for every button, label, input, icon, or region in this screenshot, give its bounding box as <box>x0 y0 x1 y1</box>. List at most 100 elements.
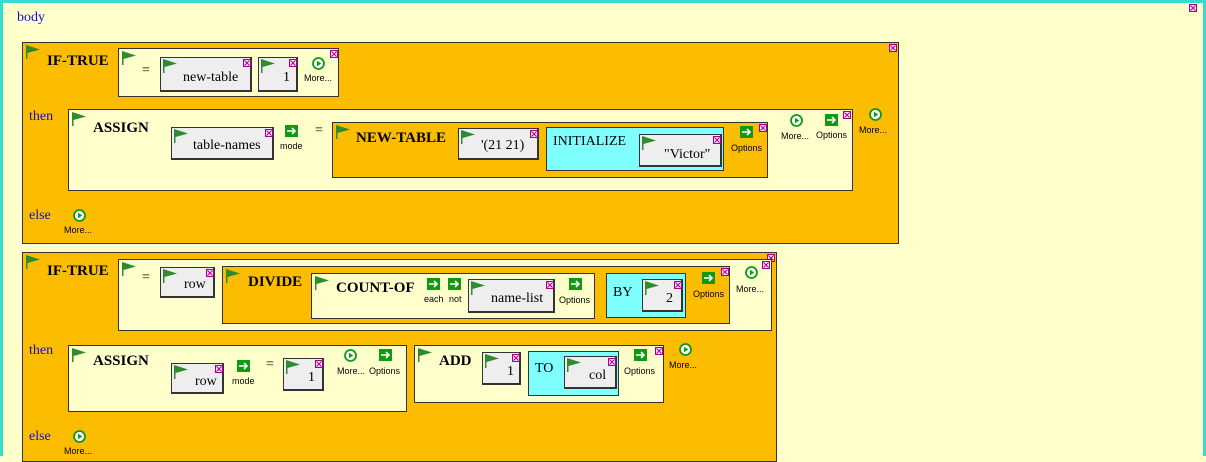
more-button[interactable]: More... <box>337 366 365 376</box>
assign-block[interactable]: ASSIGN table-names mode = NEW-TABLE '(21… <box>68 109 853 191</box>
close-icon[interactable] <box>265 129 273 137</box>
flag-icon[interactable] <box>335 125 351 139</box>
flag-icon[interactable] <box>173 129 189 143</box>
close-icon[interactable] <box>843 111 851 119</box>
play-icon[interactable] <box>679 343 692 356</box>
options-button[interactable]: Options <box>624 366 655 376</box>
close-icon[interactable] <box>330 50 338 58</box>
flag-icon[interactable] <box>417 348 433 362</box>
close-icon[interactable] <box>762 261 770 269</box>
flag-icon[interactable] <box>641 136 657 150</box>
dimensions-value[interactable]: '(21 21) <box>458 128 539 160</box>
close-icon[interactable] <box>289 59 297 67</box>
arrow-right-icon[interactable] <box>427 278 440 290</box>
arrow-right-icon[interactable] <box>634 349 647 361</box>
play-icon[interactable] <box>344 349 357 362</box>
initialize-block[interactable]: INITIALIZE "Victor" <box>546 127 724 171</box>
flag-icon[interactable] <box>162 59 178 73</box>
divide-block[interactable]: DIVIDE COUNT-OF each not name-list Optio… <box>222 266 730 324</box>
add-block[interactable]: ADD 1 TO col Options <box>414 345 664 403</box>
flag-icon[interactable] <box>162 269 178 283</box>
options-button[interactable]: Options <box>369 366 400 376</box>
close-icon[interactable] <box>608 358 616 366</box>
close-icon[interactable] <box>243 59 251 67</box>
flag-icon[interactable] <box>314 276 330 290</box>
flag-icon[interactable] <box>25 255 41 269</box>
more-button[interactable]: More... <box>64 225 92 235</box>
flag-icon[interactable] <box>460 130 476 144</box>
close-icon[interactable] <box>759 124 767 132</box>
play-icon[interactable] <box>790 114 803 127</box>
variable-row[interactable]: row <box>171 363 224 394</box>
equals-condition[interactable]: = row DIVIDE COUNT-OF each not name-list… <box>118 259 772 331</box>
by-block[interactable]: BY 2 <box>606 273 686 318</box>
close-icon[interactable] <box>655 347 663 355</box>
arrow-right-icon[interactable] <box>569 278 582 290</box>
arrow-right-icon[interactable] <box>740 126 753 138</box>
flag-icon[interactable] <box>71 112 87 126</box>
more-button[interactable]: More... <box>736 284 764 294</box>
more-button[interactable]: More... <box>64 446 92 456</box>
close-icon[interactable] <box>530 130 538 138</box>
mode-button[interactable]: mode <box>280 141 303 151</box>
arrow-right-icon[interactable] <box>379 349 392 361</box>
options-button[interactable]: Options <box>693 289 724 299</box>
arrow-right-icon[interactable] <box>237 360 250 372</box>
close-icon[interactable] <box>512 354 520 362</box>
close-icon[interactable] <box>315 360 323 368</box>
number-value[interactable]: 1 <box>482 352 521 385</box>
mode-button[interactable]: mode <box>232 376 255 386</box>
close-icon[interactable] <box>215 365 223 373</box>
number-value[interactable]: 2 <box>642 279 683 312</box>
more-button[interactable]: More... <box>669 360 697 370</box>
equals-condition[interactable]: = new-table 1 More... <box>118 48 339 97</box>
string-value[interactable]: "Victor" <box>639 134 722 167</box>
close-icon[interactable] <box>206 269 214 277</box>
close-icon[interactable] <box>674 281 682 289</box>
more-button[interactable]: More... <box>304 73 332 83</box>
flag-icon[interactable] <box>470 281 486 295</box>
arrow-right-icon[interactable] <box>702 272 715 284</box>
options-button[interactable]: Options <box>816 130 847 140</box>
close-icon[interactable] <box>713 136 721 144</box>
flag-icon[interactable] <box>484 354 500 368</box>
arrow-right-icon[interactable] <box>825 114 838 126</box>
count-of-block[interactable]: COUNT-OF each not name-list Options <box>311 273 595 319</box>
arrow-right-icon[interactable] <box>285 125 298 137</box>
play-icon[interactable] <box>312 57 325 70</box>
variable-row[interactable]: row <box>160 267 215 298</box>
variable-new-table[interactable]: new-table <box>160 57 252 92</box>
each-button[interactable]: each <box>424 294 444 304</box>
more-button[interactable]: More... <box>781 131 809 141</box>
flag-icon[interactable] <box>566 358 582 372</box>
flag-icon[interactable] <box>644 281 660 295</box>
variable-col[interactable]: col <box>564 356 617 389</box>
close-icon[interactable] <box>721 268 729 276</box>
close-icon[interactable] <box>1189 4 1197 12</box>
assign-block[interactable]: ASSIGN row mode = 1 More... Options <box>68 345 407 412</box>
play-icon[interactable] <box>73 209 86 222</box>
to-block[interactable]: TO col <box>528 351 619 396</box>
not-button[interactable]: not <box>449 294 462 304</box>
if-true-block-2[interactable]: IF-TRUE = row DIVIDE COUNT-OF each not n… <box>22 252 777 462</box>
flag-icon[interactable] <box>25 45 41 59</box>
arrow-right-icon[interactable] <box>448 278 461 290</box>
flag-icon[interactable] <box>260 59 276 73</box>
options-button[interactable]: Options <box>559 295 590 305</box>
new-table-block[interactable]: NEW-TABLE '(21 21) INITIALIZE "Victor" O… <box>332 122 768 178</box>
options-button[interactable]: Options <box>731 143 762 153</box>
play-icon[interactable] <box>745 266 758 279</box>
number-value[interactable]: 1 <box>283 358 324 391</box>
more-button[interactable]: More... <box>859 125 887 135</box>
flag-icon[interactable] <box>121 262 137 276</box>
variable-table-names[interactable]: table-names <box>171 127 274 160</box>
flag-icon[interactable] <box>71 348 87 362</box>
close-icon[interactable] <box>546 281 554 289</box>
number-value[interactable]: 1 <box>258 57 298 92</box>
if-true-block-1[interactable]: IF-TRUE = new-table 1 More... then ASSIG… <box>22 42 899 244</box>
play-icon[interactable] <box>869 108 882 121</box>
play-icon[interactable] <box>73 430 86 443</box>
flag-icon[interactable] <box>173 365 189 379</box>
flag-icon[interactable] <box>121 51 137 65</box>
variable-name-list[interactable]: name-list <box>468 279 555 313</box>
